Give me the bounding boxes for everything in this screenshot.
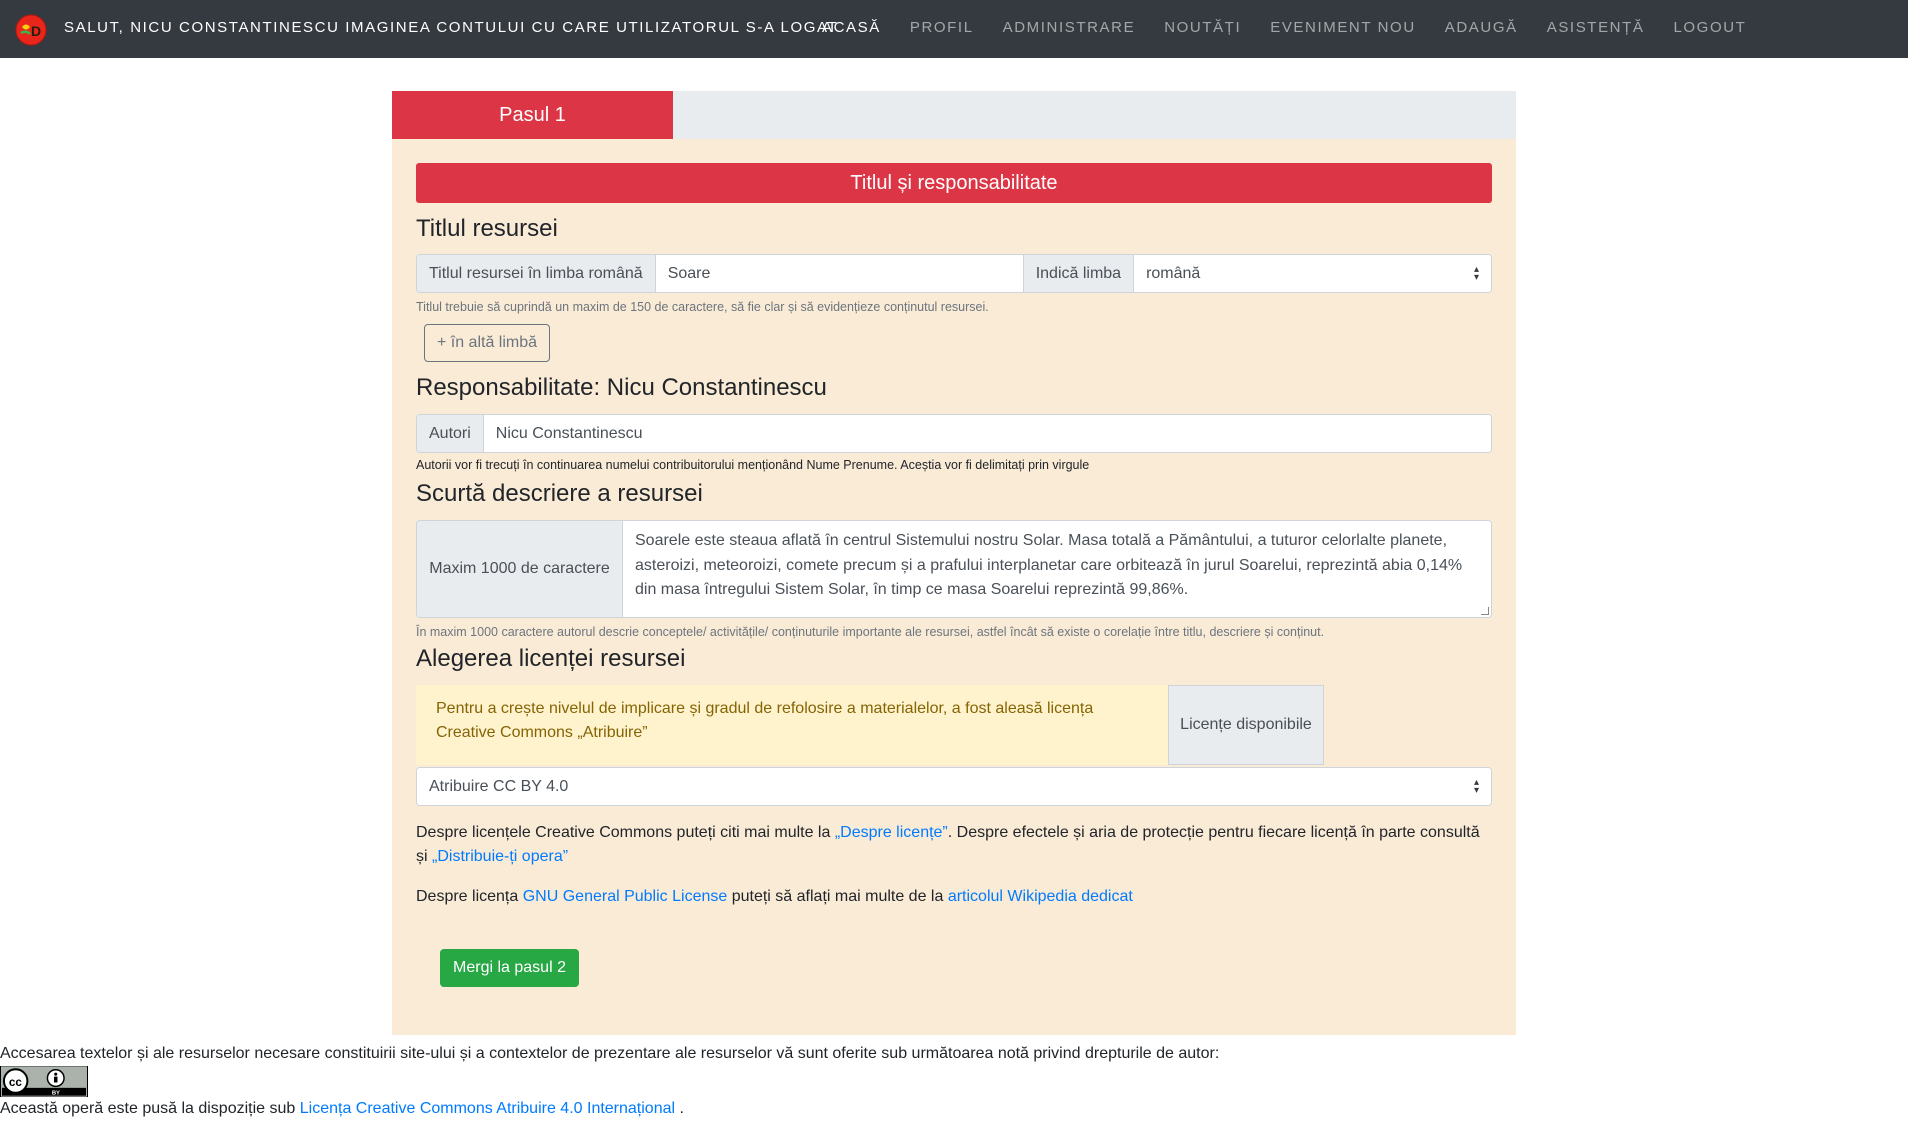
share-your-work-link[interactable]: „Distribuie-ți opera”: [432, 848, 568, 865]
title-addon-label: Titlul resursei în limba română: [417, 255, 656, 292]
cc-by-license-link[interactable]: Licența Creative Commons Atribuire 4.0 I…: [300, 1100, 675, 1117]
license-statement: Această operă este pusă la dispoziție su…: [0, 1100, 684, 1118]
svg-text:D: D: [31, 23, 41, 39]
cc-by-badge-icon[interactable]: cc BY: [0, 1066, 88, 1097]
next-step-button[interactable]: Mergi la pasul 2: [440, 949, 579, 987]
gnu-gpl-link[interactable]: GNU General Public License: [523, 888, 728, 905]
svg-text:BY: BY: [52, 1091, 60, 1097]
license-info-paragraph: Despre licențele Creative Commons puteți…: [416, 821, 1492, 869]
license-statement-text: Această operă este pusă la dispoziție su…: [0, 1100, 300, 1117]
nav-link-acasa[interactable]: Acasă: [822, 19, 881, 36]
description-addon-label: Maxim 1000 de caractere: [417, 521, 623, 617]
language-select[interactable]: română ▴ ▾: [1134, 255, 1491, 292]
available-licenses-label: Licențe disponibile: [1168, 685, 1324, 765]
description-textarea[interactable]: Soarele este steaua aflată în centrul Si…: [623, 521, 1491, 617]
gpl-info-text-a: Despre licența: [416, 888, 523, 905]
license-select[interactable]: Atribuire CC BY 4.0 ▴ ▾: [417, 768, 1491, 805]
select-caret-icon: ▴ ▾: [1473, 263, 1479, 283]
title-input-group: Titlul resursei în limba română Soare In…: [416, 254, 1492, 293]
site-logo-icon[interactable]: D: [15, 14, 47, 46]
license-statement-end: .: [675, 1100, 684, 1117]
resize-grip-icon[interactable]: [1481, 607, 1489, 615]
description-input-group: Maxim 1000 de caractere Soarele este ste…: [416, 520, 1492, 618]
section-title-bar: Titlul și responsabilitate: [416, 163, 1492, 203]
nav-link-noutati[interactable]: Noutăți: [1164, 19, 1241, 36]
add-language-button[interactable]: + în altă limbă: [424, 324, 550, 362]
copyright-notice: Accesarea textelor și ale resurselor nec…: [0, 1045, 1220, 1062]
nav-link-eveniment-nou[interactable]: Eveniment nou: [1270, 19, 1416, 36]
gpl-info-paragraph: Despre licența GNU General Public Licens…: [416, 885, 1492, 909]
license-select-value: Atribuire CC BY 4.0: [429, 777, 569, 795]
svg-text:cc: cc: [9, 1076, 23, 1089]
nav-link-asistenta[interactable]: Asistență: [1547, 19, 1645, 36]
language-select-value: română: [1146, 264, 1201, 282]
language-addon-label: Indică limba: [1023, 255, 1135, 292]
gpl-info-text-b: puteți să aflați mai multe de la: [727, 888, 948, 905]
authors-input-group: Autori Nicu Constantinescu: [416, 414, 1492, 453]
step-form-panel: Titlul și responsabilitate Titlul resurs…: [392, 139, 1516, 1035]
description-text: Soarele este steaua aflată în centrul Si…: [635, 532, 1463, 598]
nav-link-administrare[interactable]: Administrare: [1003, 19, 1136, 36]
main-nav: Acasă Profil Administrare Noutăți Evenim…: [822, 19, 1775, 36]
nav-link-adauga[interactable]: Adaugă: [1445, 19, 1518, 36]
wikipedia-article-link[interactable]: articolul Wikipedia dedicat: [948, 888, 1133, 905]
license-heading: Alegerea licenței resursei: [416, 645, 686, 672]
authors-help-text: Autorii vor fi trecuți în continuarea nu…: [416, 458, 1090, 472]
select-caret-icon: ▴ ▾: [1473, 776, 1479, 796]
about-licenses-link[interactable]: „Despre licențe”: [835, 824, 948, 841]
step-tab-1[interactable]: Pasul 1: [392, 91, 673, 139]
nav-link-profil[interactable]: Profil: [910, 19, 974, 36]
license-info-text-a: Despre licențele Creative Commons puteți…: [416, 824, 835, 841]
responsibility-heading: Responsabilitate: Nicu Constantinescu: [416, 374, 827, 401]
top-navbar: D Salut, Nicu Constantinescu Imaginea co…: [0, 0, 1908, 58]
title-input[interactable]: Soare: [655, 255, 1024, 292]
title-help-text: Titlul trebuie să cuprindă un maxim de 1…: [416, 300, 989, 314]
nav-link-logout[interactable]: Logout: [1673, 19, 1746, 36]
user-greeting: Salut, Nicu Constantinescu Imaginea cont…: [64, 19, 839, 36]
license-select-group: Atribuire CC BY 4.0 ▴ ▾: [416, 767, 1492, 806]
authors-input[interactable]: Nicu Constantinescu: [483, 415, 1491, 452]
license-alert: Pentru a crește nivelul de implicare și …: [416, 685, 1168, 765]
description-heading: Scurtă descriere a resursei: [416, 480, 703, 507]
description-help-text: În maxim 1000 caractere autorul descrie …: [416, 625, 1325, 639]
authors-addon-label: Autori: [417, 415, 484, 452]
step-progress: Pasul 1: [392, 91, 1516, 139]
title-heading: Titlul resursei: [416, 215, 558, 242]
